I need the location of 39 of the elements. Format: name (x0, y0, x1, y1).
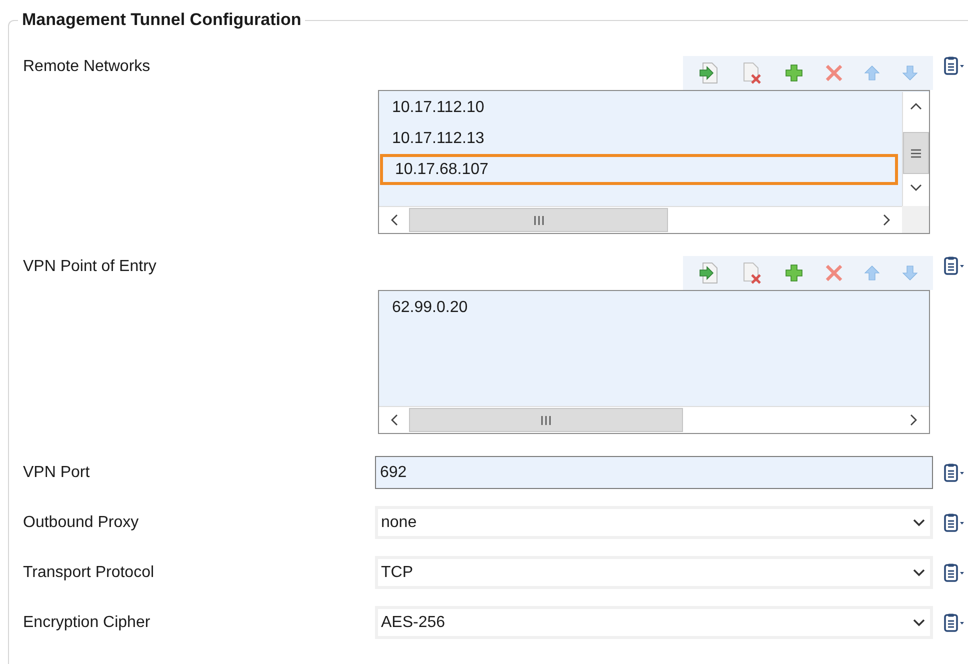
scroll-down-icon[interactable] (910, 184, 922, 192)
clipboard-menu-icon[interactable] (943, 562, 965, 582)
dropdown[interactable]: AES-256 (375, 606, 933, 639)
list-item[interactable]: 10.17.112.10 (380, 92, 902, 123)
scroll-thumb[interactable] (903, 132, 929, 174)
scroll-thumb[interactable] (409, 208, 668, 232)
dropdown[interactable]: TCP (375, 556, 933, 589)
scroll-right-icon[interactable] (910, 414, 918, 426)
field-label: Transport Protocol (23, 562, 156, 582)
add-icon[interactable] (784, 263, 804, 283)
clipboard-menu-icon[interactable] (943, 256, 965, 276)
scroll-thumb[interactable] (409, 408, 684, 432)
field-label: Encryption Cipher (23, 612, 152, 632)
vertical-scrollbar[interactable] (902, 92, 929, 206)
port-input[interactable]: 692 (375, 456, 933, 489)
field-label: VPN Point of Entry (23, 257, 158, 277)
list-box[interactable]: 62.99.0.20 (378, 290, 930, 434)
list-item[interactable]: 10.17.112.13 (380, 123, 902, 154)
dropdown[interactable]: none (375, 506, 933, 539)
scroll-left-icon[interactable] (390, 214, 398, 226)
clipboard-menu-icon[interactable] (943, 56, 965, 76)
list-item[interactable]: 10.17.68.107 (380, 154, 898, 185)
clipboard-menu-icon[interactable] (943, 512, 965, 532)
horizontal-scrollbar[interactable] (379, 406, 929, 433)
list-item[interactable]: 62.99.0.20 (380, 292, 929, 323)
scroll-right-icon[interactable] (883, 214, 891, 226)
field-label: VPN Port (23, 462, 91, 482)
scroll-left-icon[interactable] (390, 414, 398, 426)
scrollbar-corner (902, 206, 929, 233)
remove-icon[interactable] (824, 263, 844, 283)
field-label: Remote Networks (23, 57, 152, 77)
list-box[interactable]: 10.17.112.10 10.17.112.13 10.17.68.107 (378, 90, 930, 234)
clipboard-menu-icon[interactable] (943, 462, 965, 482)
field-label: Outbound Proxy (23, 512, 140, 532)
scroll-up-icon[interactable] (910, 102, 922, 110)
add-icon[interactable] (784, 63, 804, 83)
remove-icon[interactable] (824, 63, 844, 83)
clipboard-menu-icon[interactable] (943, 612, 965, 632)
horizontal-scrollbar[interactable] (379, 206, 902, 233)
